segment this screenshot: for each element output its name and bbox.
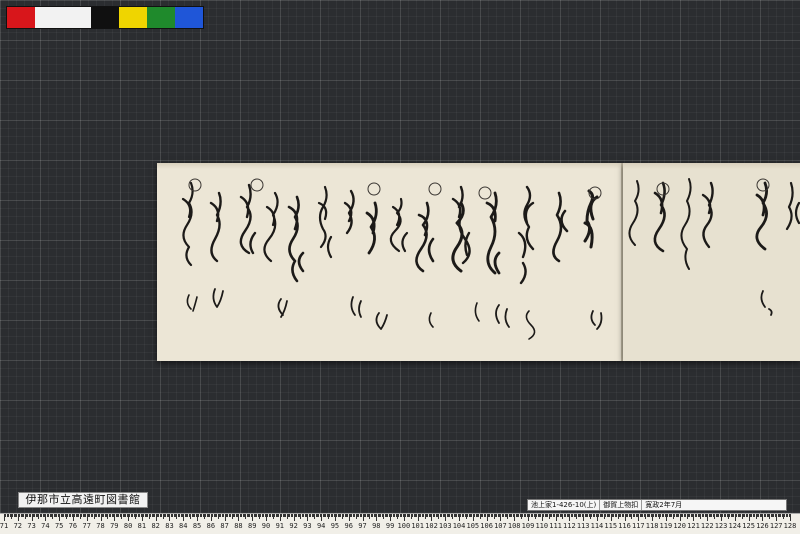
ruler-number: 121 — [687, 522, 700, 530]
ruler-number: 93 — [303, 522, 312, 530]
ruler-number: 72 — [13, 522, 22, 530]
ruler-number: 105 — [466, 522, 480, 530]
ruler-number: 127 — [769, 522, 783, 530]
color-calibration-chart — [6, 6, 204, 29]
ruler-number: 90 — [261, 522, 271, 530]
ruler-number: 114 — [590, 522, 604, 530]
catalog-date: 寛政2年7月 — [645, 501, 683, 509]
ruler-number: 110 — [535, 522, 549, 530]
ruler-number: 107 — [494, 522, 507, 530]
ruler-number: 111 — [549, 522, 562, 530]
ruler-number: 103 — [438, 522, 452, 530]
ruler-number: 83 — [165, 522, 174, 530]
ruler-number: 108 — [507, 522, 521, 530]
ruler-number: 74 — [41, 522, 50, 530]
ruler-number: 124 — [728, 522, 742, 530]
ruler-number: 128 — [783, 522, 797, 530]
ruler-number: 120 — [673, 522, 686, 530]
ruler-number: 80 — [123, 522, 133, 530]
ruler-number: 113 — [576, 522, 590, 530]
ruler-number: 125 — [742, 522, 755, 530]
ruler-number: 104 — [452, 522, 466, 530]
ruler-number: 119 — [659, 522, 673, 530]
measuring-ruler: 71 72 73 74 75 76 77 78 79 80 81 82 83 84 85 86 87 88 89 90… — [0, 513, 800, 534]
ruler-number: 79 — [110, 522, 119, 530]
ruler-number: 76 — [68, 522, 78, 530]
document-page-right — [623, 163, 800, 361]
ruler-number: 117 — [631, 522, 645, 530]
ruler-number: 88 — [234, 522, 243, 530]
handwritten-calligraphy-left — [181, 178, 603, 340]
swatch-white — [35, 7, 91, 28]
handwritten-calligraphy-right — [628, 178, 800, 316]
ruler-number: 75 — [54, 522, 64, 530]
ruler-number: 112 — [563, 522, 576, 530]
catalog-title: 御賀上物扣 — [600, 500, 643, 510]
ruler-number: 73 — [27, 522, 36, 530]
document-page-left — [157, 163, 623, 361]
ruler-number: 123 — [714, 522, 728, 530]
ruler-tick — [790, 514, 791, 521]
ruler-number: 85 — [192, 522, 202, 530]
ruler-number: 126 — [756, 522, 769, 530]
ruler-number: 102 — [425, 522, 438, 530]
ruler-number: 98 — [372, 522, 381, 530]
ruler-number: 82 — [151, 522, 160, 530]
ruler-number: 100 — [397, 522, 411, 530]
ruler-number: 106 — [480, 522, 493, 530]
ruler-number: 109 — [521, 522, 535, 530]
ruler-number: 84 — [179, 522, 188, 530]
ruler-number: 95 — [330, 522, 340, 530]
ruler-number: 99 — [385, 522, 395, 530]
ruler-number: 97 — [358, 522, 367, 530]
ruler-number: 71 — [0, 522, 9, 530]
ruler-number: 96 — [344, 522, 353, 530]
ruler-number: 91 — [275, 522, 284, 530]
ruler-number: 81 — [137, 522, 147, 530]
ruler-number: 116 — [618, 522, 631, 530]
catalog-info-label: 池上家1-426-10(上) 御賀上物扣 寛政2年7月 — [527, 499, 787, 511]
ruler-number: 94 — [316, 522, 326, 530]
ruler-number: 122 — [700, 522, 714, 530]
ruler-number: 86 — [206, 522, 216, 530]
swatch-black — [91, 7, 119, 28]
ruler-number: 92 — [289, 522, 298, 530]
library-name-label: 伊那市立高遠町図書館 — [18, 492, 148, 508]
ruler-number: 78 — [96, 522, 105, 530]
swatch-yellow — [119, 7, 147, 28]
swatch-red — [7, 7, 35, 28]
ruler-number: 87 — [220, 522, 229, 530]
catalog-id: 池上家1-426-10(上) — [528, 500, 601, 510]
ruler-number: 101 — [411, 522, 424, 530]
ruler-number: 77 — [82, 522, 91, 530]
ruler-number: 118 — [645, 522, 659, 530]
swatch-blue — [175, 7, 203, 28]
swatch-green — [147, 7, 175, 28]
ruler-number: 115 — [604, 522, 618, 530]
ruler-number: 89 — [247, 522, 257, 530]
